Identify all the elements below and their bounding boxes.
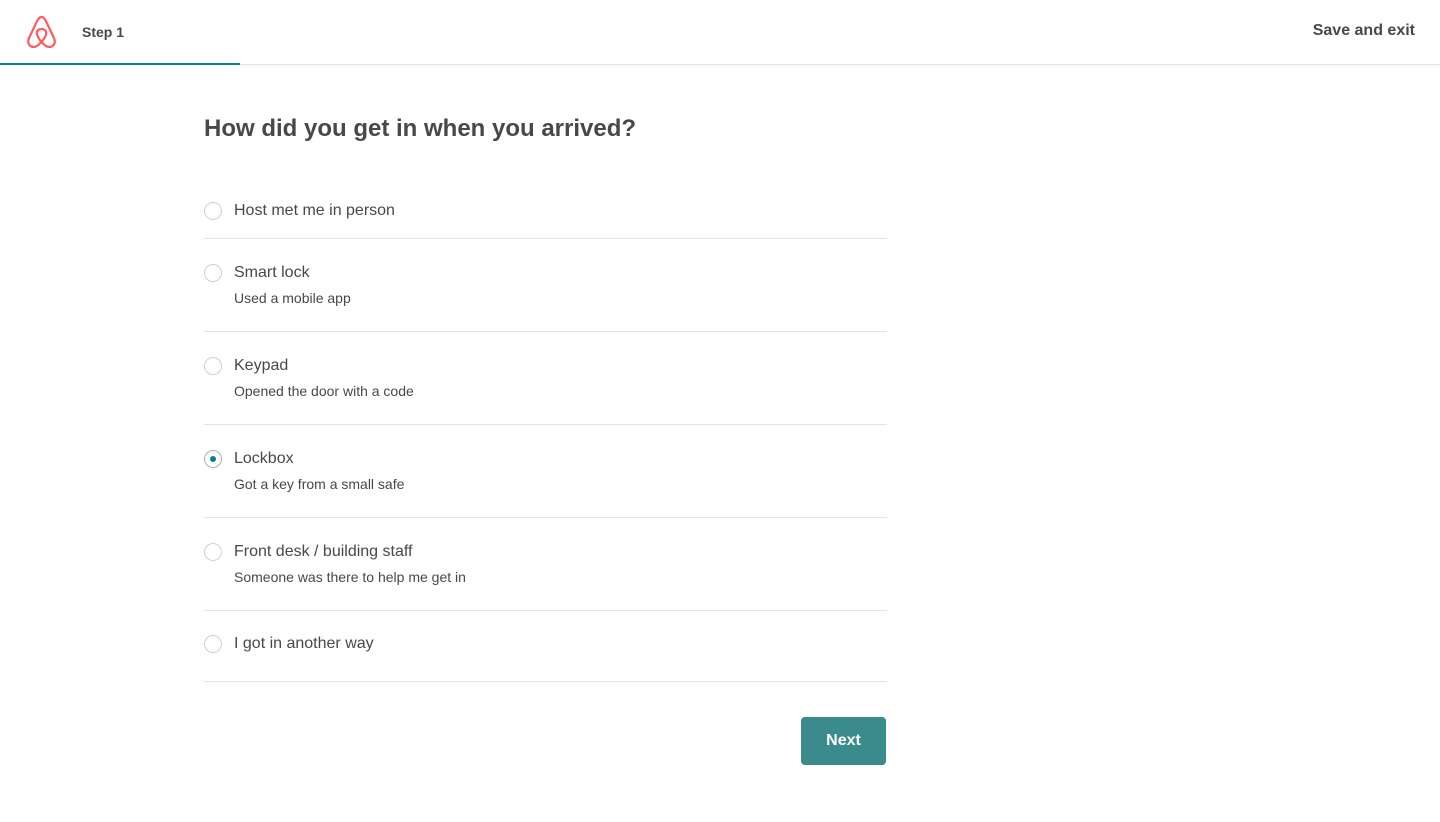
option-title: Host met me in person — [234, 202, 395, 219]
option-title: Front desk / building staff — [234, 543, 413, 560]
option-front-desk[interactable]: Front desk / building staff Someone was … — [204, 518, 887, 611]
next-button[interactable]: Next — [801, 717, 886, 765]
option-title: Smart lock — [234, 264, 310, 281]
option-subtitle: Opened the door with a code — [234, 383, 414, 399]
option-host-met[interactable]: Host met me in person — [204, 182, 887, 239]
option-subtitle: Used a mobile app — [234, 290, 351, 306]
option-lockbox[interactable]: Lockbox Got a key from a small safe — [204, 425, 887, 518]
radio-options-list: Host met me in person Smart lock Used a … — [204, 182, 887, 682]
step-label: Step 1 — [82, 24, 125, 40]
main-content: How did you get in when you arrived? Hos… — [204, 112, 887, 682]
radio-button-selected[interactable] — [204, 450, 222, 468]
option-keypad[interactable]: Keypad Opened the door with a code — [204, 332, 887, 425]
radio-button[interactable] — [204, 357, 222, 375]
option-title: Lockbox — [234, 450, 294, 467]
progress-bar — [0, 63, 1440, 65]
top-bar: Step 1 Save and exit — [0, 0, 1440, 65]
radio-button[interactable] — [204, 543, 222, 561]
airbnb-logo-icon[interactable] — [26, 15, 57, 49]
option-title: Keypad — [234, 357, 289, 374]
option-subtitle: Got a key from a small safe — [234, 476, 405, 492]
page-title: How did you get in when you arrived? — [204, 115, 637, 142]
radio-button[interactable] — [204, 202, 222, 220]
option-smart-lock[interactable]: Smart lock Used a mobile app — [204, 239, 887, 332]
save-and-exit-button[interactable]: Save and exit — [1313, 21, 1415, 41]
option-subtitle: Someone was there to help me get in — [234, 569, 466, 585]
radio-button[interactable] — [204, 635, 222, 653]
option-another-way[interactable]: I got in another way — [204, 611, 887, 682]
radio-button[interactable] — [204, 264, 222, 282]
option-title: I got in another way — [234, 635, 374, 652]
progress-bar-fill — [0, 63, 241, 65]
